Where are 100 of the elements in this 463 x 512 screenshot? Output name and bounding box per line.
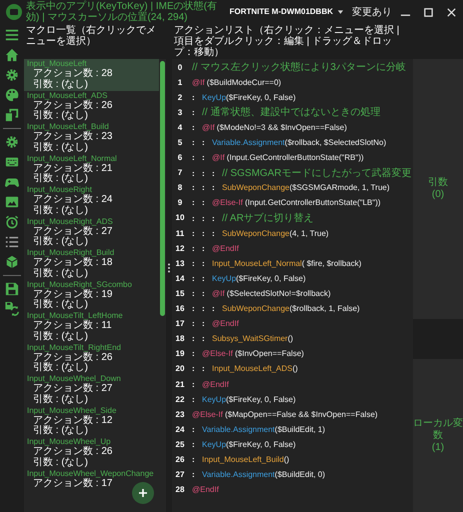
line-number: 23 <box>174 408 186 421</box>
save-icon[interactable] <box>5 282 19 296</box>
argument-text: 引数 : (なし) <box>33 300 88 310</box>
line-number: 26 <box>174 454 186 466</box>
code-line[interactable]: : @Else-If ($InvOpen==False) <box>188 348 304 360</box>
macro-name: Input_MouseWheel_Down <box>27 374 121 383</box>
line-number: 2 <box>176 92 184 104</box>
macro-list-item[interactable]: Input_MouseTilt_LeftHome アクション数 : 11 引数 : (なし) <box>24 311 159 342</box>
code-line[interactable]: : : @EndIf <box>188 318 239 330</box>
code-line[interactable]: @Else-If ($MapOpen==False && $InvOpen==False) <box>188 408 378 421</box>
window-arrow-icon[interactable] <box>5 108 19 122</box>
scrollbar-thumb[interactable] <box>160 61 165 316</box>
line-number: 10 <box>174 212 186 224</box>
macro-name: Input_MouseWheel_WeponChange <box>27 468 154 478</box>
action-count-text: アクション数 : 24 <box>33 195 112 205</box>
keyboard-icon[interactable] <box>5 155 19 169</box>
macro-list-item[interactable]: Input_MouseRight_ADS アクション数 : 27 引数 : (なし) <box>24 216 159 248</box>
maximize-icon[interactable] <box>423 6 434 18</box>
code-line[interactable]: : KeyUp($FireKey, 0, False) <box>188 394 296 406</box>
macro-name: Input_MouseTilt_RightEnd <box>27 342 121 352</box>
code-line[interactable]: : : @EndIf <box>188 242 239 255</box>
macro-list-item[interactable]: Input_MouseWheel_WeponChange アクション数 : 17 <box>24 468 159 500</box>
line-number: 24 <box>174 424 186 436</box>
code-line[interactable]: : @EndIf <box>188 378 229 391</box>
line-number: 19 <box>174 348 186 360</box>
line-number: 18 <box>174 333 186 346</box>
macro-list-item[interactable]: Input_MouseWheel_Up アクション数 : 26 引数 : (なし) <box>24 437 159 468</box>
macro-list-item[interactable]: Input_MouseWheel_Down アクション数 : 27 引数 : (なし) <box>24 374 159 406</box>
gear-icon[interactable] <box>5 68 19 82</box>
gear-icon[interactable] <box>5 135 19 149</box>
code-line[interactable]: // マウス左クリック状態により3パターンに分岐 <box>188 60 406 76</box>
code-line[interactable]: : : @If (Input.GetControllerButtonState("RB")) <box>188 152 364 164</box>
action-count-text: アクション数 : 28 <box>33 69 112 79</box>
code-line[interactable]: : Input_MouseLeft_Build() <box>188 454 290 466</box>
macro-list-item[interactable]: Input_MouseRight_SGcombo アクション数 : 19 引数 : (なし) <box>24 280 159 311</box>
action-count-text: アクション数 : 21 <box>33 164 112 174</box>
argument-text: 引数 : (なし) <box>33 80 88 90</box>
line-number: 25 <box>174 438 186 451</box>
code-line[interactable]: : : : // SGSMGARモードにしたがって武器変更 <box>188 166 412 181</box>
app-logo-icon <box>6 4 22 20</box>
code-line[interactable]: : KeyUp($FireKey, 0, False) <box>188 438 296 451</box>
action-count-text: アクション数 : 17 <box>33 478 112 489</box>
code-line[interactable]: : : @Else-If (Input.GetControllerButtonState("LB")) <box>188 197 381 210</box>
local-variables-count: (1) <box>432 442 444 454</box>
argument-text: 引数 : (なし) <box>33 458 88 468</box>
panel-header: マクロ一覧（右クリックでメニューを選択） <box>25 24 157 49</box>
line-number: 27 <box>174 469 186 482</box>
code-line[interactable]: : : : SubWeponChange($rollback, 1, False) <box>188 303 360 316</box>
home-icon[interactable] <box>5 48 19 62</box>
save-sync-icon[interactable] <box>5 302 19 316</box>
code-line[interactable]: : : Variable.Assignment($rollback, $SelectedSlotNo) <box>188 137 386 150</box>
code-line[interactable]: : : @If ($SelectedSlotNo!=$rollback) <box>188 288 331 300</box>
line-number: 11 <box>174 228 186 240</box>
action-count-text: アクション数 : 26 <box>33 352 112 362</box>
code-line[interactable]: @If ($BuildModeCur==0) <box>188 76 282 89</box>
code-line[interactable]: @EndIf <box>188 484 219 496</box>
macro-list-item[interactable]: Input_MouseLeft_ADS アクション数 : 26 引数 : (なし) <box>24 90 159 122</box>
macro-list-item[interactable]: Input_MouseRight アクション数 : 24 引数 : (なし) <box>24 185 159 216</box>
code-line[interactable]: : : : // ARサブに切り替え <box>188 210 314 226</box>
action-count-text: アクション数 : 26 <box>33 100 112 110</box>
close-icon[interactable] <box>446 6 457 18</box>
code-line[interactable]: : : KeyUp($FireKey, 0, False) <box>188 272 306 285</box>
code-line[interactable]: : : Input_MouseLeft_ADS() <box>188 363 298 376</box>
menu-icon[interactable] <box>5 28 19 42</box>
list-icon[interactable] <box>5 235 19 249</box>
line-number: 5 <box>176 137 184 150</box>
palette-icon[interactable] <box>5 88 19 102</box>
image-icon[interactable] <box>5 195 19 209</box>
argument-text: 引数 : (なし) <box>33 268 88 279</box>
macro-list-item[interactable]: Input_MouseLeft_Build アクション数 : 23 引数 : (なし) <box>24 122 159 154</box>
code-line[interactable]: : KeyUp($FireKey, 0, False) <box>188 92 296 104</box>
macro-list-item[interactable]: Input_MouseWheel_Side アクション数 : 12 引数 : (なし) <box>24 406 159 437</box>
code-line[interactable]: : : : SubWeponChange(4, 1, True) <box>188 228 329 240</box>
action-count-text: アクション数 : 18 <box>33 258 112 268</box>
code-line[interactable]: : // 通常状態、建設中ではないときの処理 <box>188 105 380 120</box>
macro-list-item[interactable]: Input_MouseLeft_Normal アクション数 : 21 引数 : (なし) <box>24 154 159 185</box>
splitter-grip-icon[interactable] <box>167 263 171 273</box>
line-number: 17 <box>174 318 186 330</box>
code-line[interactable]: : Variable.Assignment($BuildEdit, 0) <box>188 469 326 482</box>
code-line[interactable]: : @If ($ModeNo!=3 && $InvOpen==False) <box>188 122 347 134</box>
argument-text: 引数 : (なし) <box>33 142 88 153</box>
code-line[interactable]: : : : SubWeponChange($SGSMGARmode, 1, True) <box>188 182 390 194</box>
macro-list-item[interactable]: Input_MouseTilt_RightEnd アクション数 : 26 引数 : (なし) <box>24 342 159 374</box>
alarm-clock-icon[interactable] <box>5 215 19 229</box>
local-variables-label: ローカル変数 <box>413 418 463 442</box>
macro-name: Input_MouseLeft_Normal <box>27 154 117 163</box>
status-text: 表示中のアプリ(KeyToKey) | IMEの状態(有効) | マウスカーソルの位置(24, 294) <box>26 1 218 23</box>
cube-icon[interactable] <box>5 255 19 269</box>
macro-name: Input_MouseRight_ADS <box>27 216 113 226</box>
action-count-text: アクション数 : 27 <box>33 384 112 394</box>
line-number: 12 <box>174 242 186 255</box>
argument-text: 引数 : (なし) <box>33 237 88 248</box>
line-number: 0 <box>176 62 184 74</box>
caret-icon <box>337 10 344 14</box>
code-line[interactable]: : Variable.Assignment($BuildEdit, 1) <box>188 424 326 436</box>
line-number: 8 <box>176 182 184 194</box>
code-line[interactable]: : : Input_MouseLeft_Normal( $fire, $rollback) <box>188 258 362 270</box>
code-line[interactable]: : : Subsys_WaitSGtimer() <box>188 333 294 346</box>
macro-list-item[interactable]: Input_MouseRight_Build アクション数 : 18 引数 : (なし) <box>24 248 159 280</box>
macro-list-item[interactable]: Input_MouseLeft アクション数 : 28 引数 : (なし) <box>24 59 159 90</box>
